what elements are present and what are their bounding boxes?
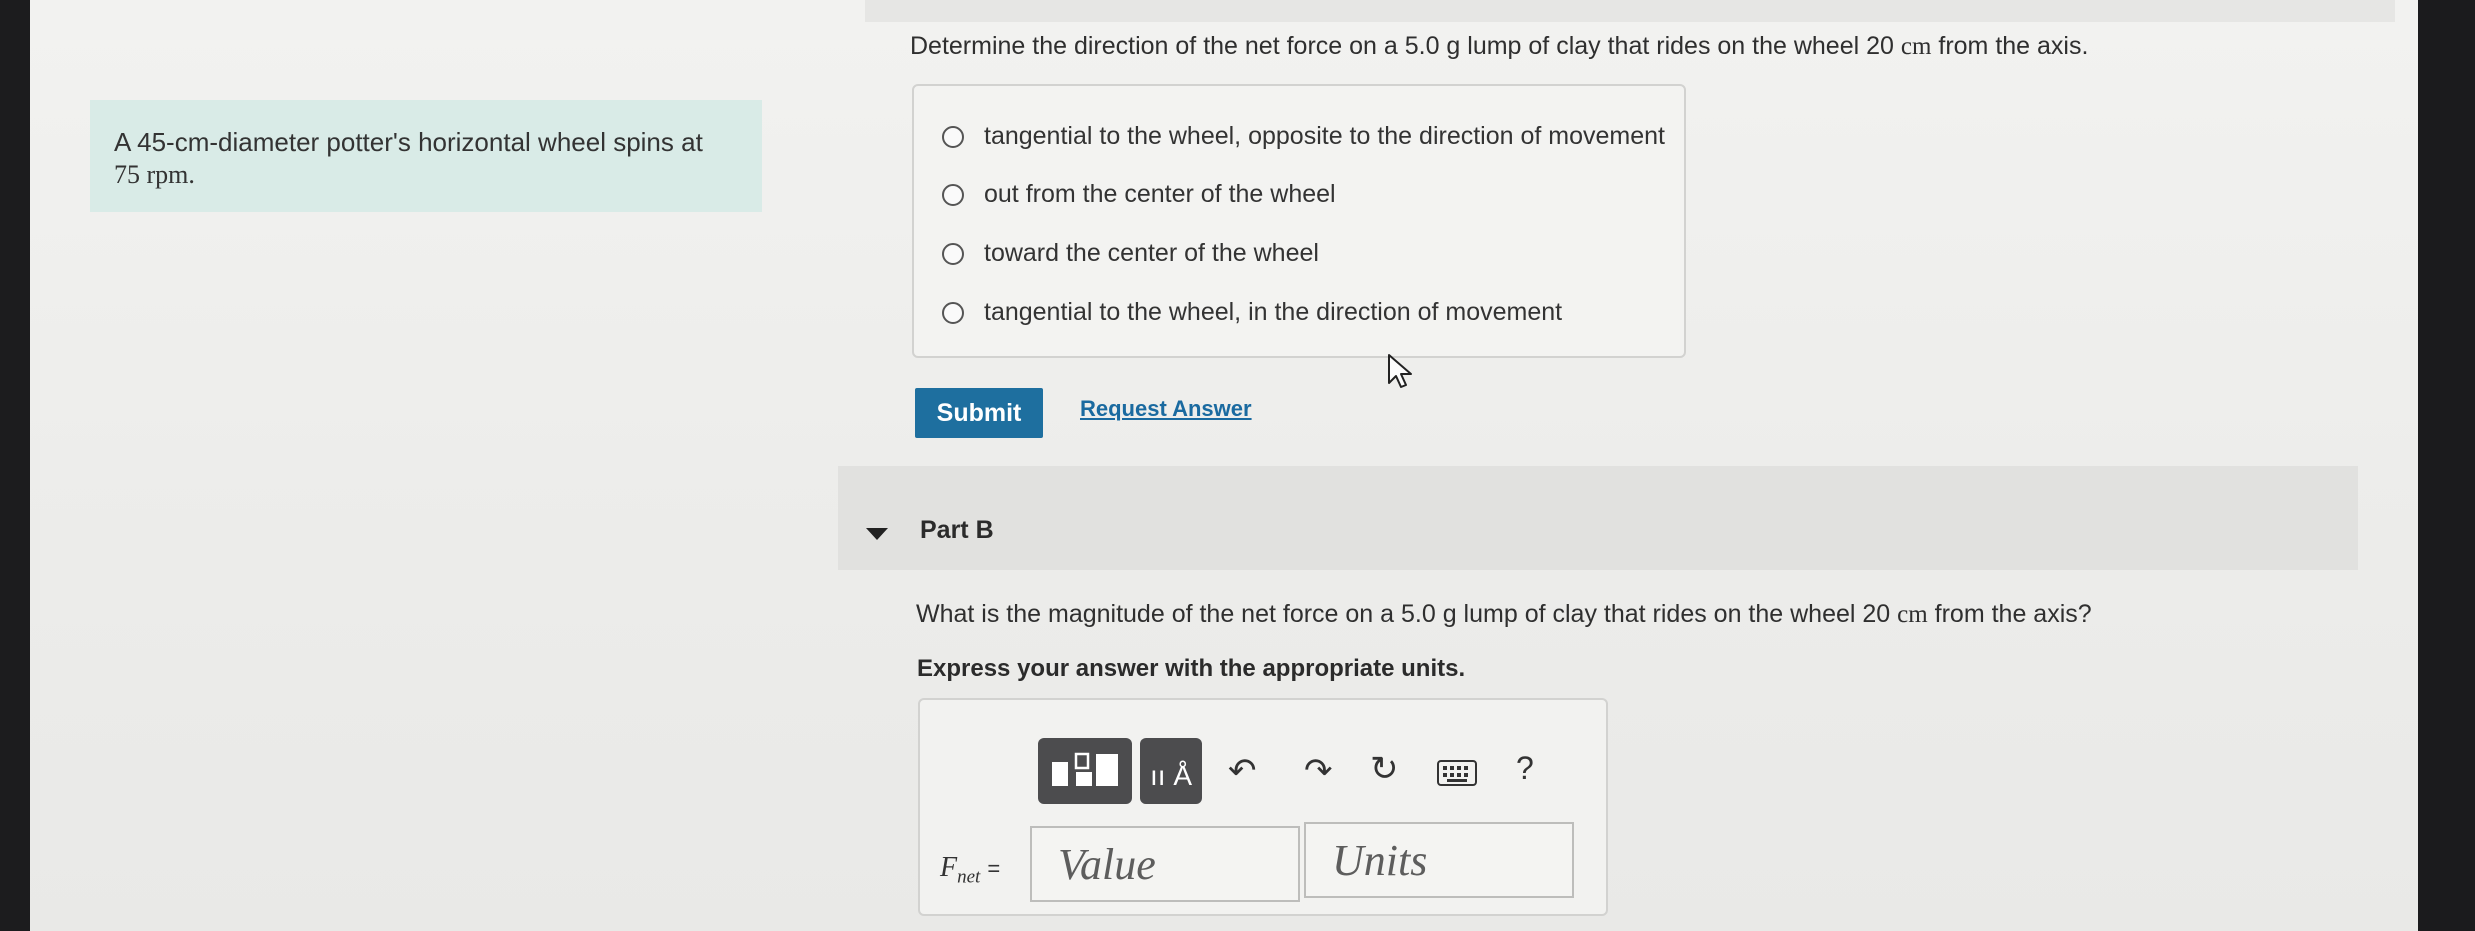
submit-button[interactable]: Submit	[915, 388, 1043, 438]
radio-icon[interactable]	[942, 242, 964, 265]
radio-icon[interactable]	[942, 125, 964, 148]
part-b-title[interactable]: Part B	[920, 516, 994, 545]
radio-icon[interactable]	[942, 301, 964, 324]
part-b-question-unit: cm	[1897, 601, 1928, 628]
templates-icon	[1052, 752, 1118, 786]
variable-symbol: F	[940, 852, 958, 883]
problem-intro: A 45-cm-diameter potter's horizontal whe…	[90, 100, 762, 212]
intro-text: A 45-cm-diameter potter's horizontal whe…	[114, 127, 703, 157]
undo-icon[interactable]: ↶	[1228, 754, 1257, 788]
choice-out-from-center[interactable]: out from the center of the wheel	[942, 180, 1336, 209]
templates-button[interactable]	[1038, 738, 1132, 804]
redo-icon[interactable]: ↷	[1304, 754, 1333, 788]
choice-tangential-opposite[interactable]: tangential to the wheel, opposite to the…	[942, 122, 1665, 151]
part-a-question-suffix: from the axis.	[1938, 32, 2089, 60]
help-icon[interactable]: ?	[1516, 752, 1534, 784]
choice-label: tangential to the wheel, in the directio…	[984, 298, 1563, 326]
reset-icon[interactable]: ↻	[1370, 752, 1399, 786]
part-a-question-unit: cm	[1900, 33, 1932, 60]
choice-label: tangential to the wheel, opposite to the…	[984, 122, 1665, 150]
value-input[interactable]	[1030, 826, 1300, 902]
units-input[interactable]	[1304, 822, 1574, 898]
cursor-arrow-icon	[1388, 354, 1412, 388]
units-button[interactable]: ıı Å	[1140, 738, 1202, 804]
part-a-question-text: Determine the direction of the net force…	[910, 32, 1894, 60]
screen-bezel-left	[0, 0, 30, 931]
part-b-header[interactable]	[838, 466, 2358, 570]
part-b-question-suffix: from the axis?	[1934, 600, 2092, 628]
equals-sign: =	[987, 856, 1001, 881]
part-a-question: Determine the direction of the net force…	[910, 32, 2088, 61]
choice-label: out from the center of the wheel	[984, 180, 1336, 208]
part-b-question: What is the magnitude of the net force o…	[916, 600, 2092, 629]
screen-bezel-right	[2418, 0, 2475, 931]
units-icon: ıı Å	[1149, 760, 1192, 791]
collapse-triangle-icon[interactable]	[866, 528, 888, 540]
answer-instruction: Express your answer with the appropriate…	[917, 655, 1466, 682]
answer-variable-label: Fnet =	[940, 852, 1000, 889]
choice-toward-center[interactable]: toward the center of the wheel	[942, 239, 1319, 268]
answer-choices: tangential to the wheel, opposite to the…	[912, 84, 1686, 358]
radio-icon[interactable]	[942, 183, 964, 206]
variable-subscript: net	[957, 866, 981, 888]
request-answer-link[interactable]: Request Answer	[1080, 396, 1252, 422]
choice-tangential-direction[interactable]: tangential to the wheel, in the directio…	[942, 298, 1562, 327]
part-b-question-text: What is the magnitude of the net force o…	[916, 600, 1891, 628]
header-strip	[865, 0, 2395, 22]
keyboard-icon[interactable]	[1437, 760, 1477, 786]
choice-label: toward the center of the wheel	[984, 239, 1319, 267]
intro-rate: 75 rpm.	[114, 160, 195, 189]
